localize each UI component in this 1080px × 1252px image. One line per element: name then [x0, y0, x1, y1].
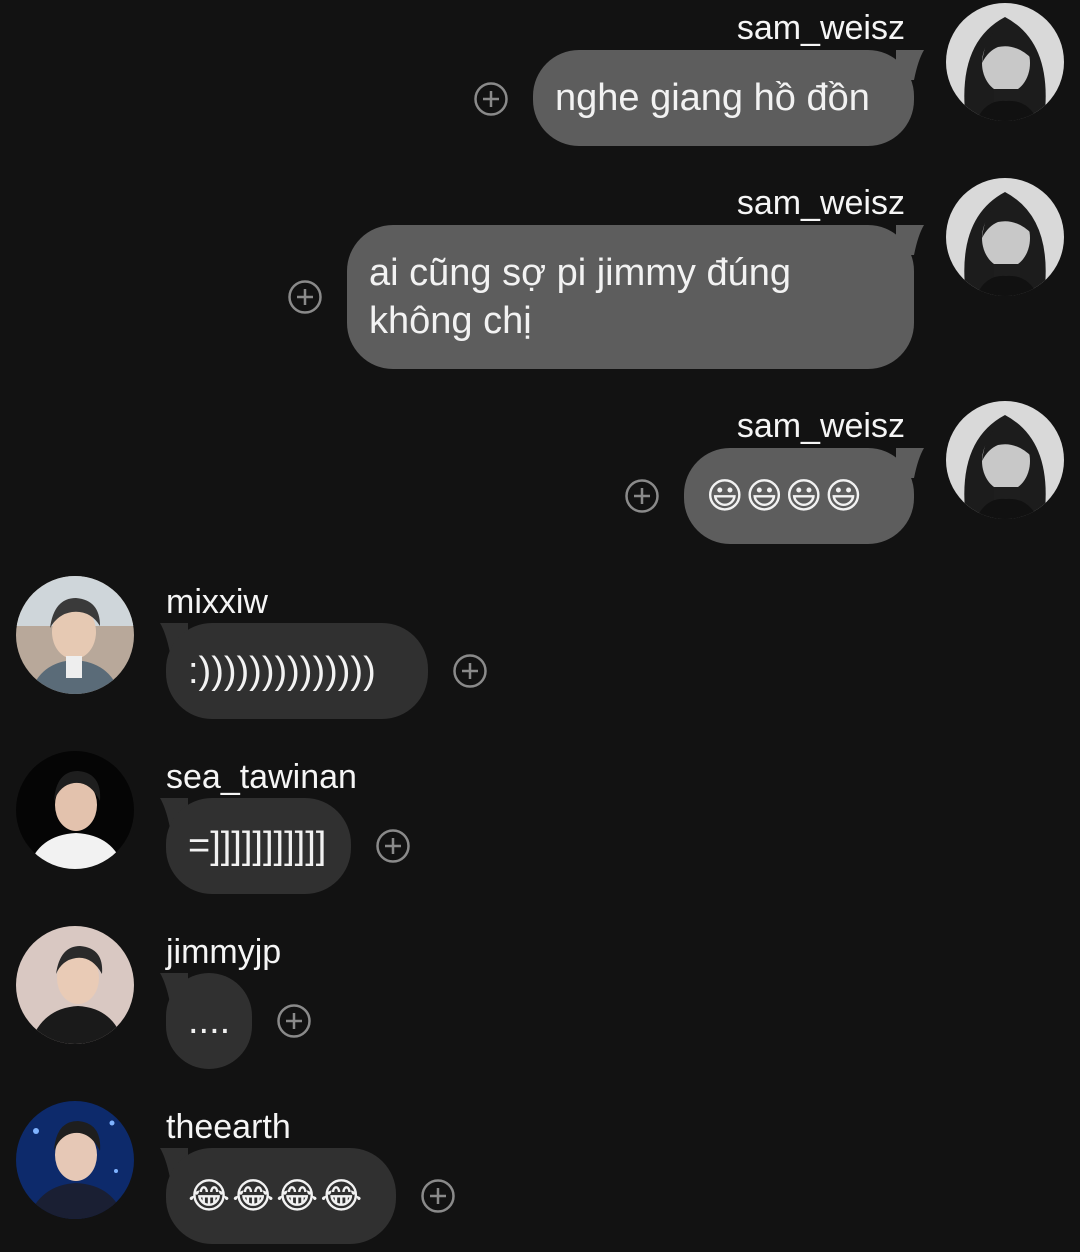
- message-bubble[interactable]: 😂😂😂😂: [166, 1148, 396, 1244]
- avatar[interactable]: [946, 178, 1064, 296]
- message-bubble[interactable]: ....: [166, 973, 252, 1069]
- add-reaction-icon[interactable]: [375, 828, 411, 864]
- sender-name: jimmyjp: [166, 933, 282, 971]
- add-reaction-icon[interactable]: [452, 653, 488, 689]
- sender-name: sam_weisz: [736, 407, 905, 445]
- message-bubble[interactable]: nghe giang hồ đồn: [533, 50, 914, 146]
- add-reaction-icon[interactable]: [624, 478, 660, 514]
- message-bubble[interactable]: ai cũng sợ pi jimmy đúng không chị: [347, 225, 914, 369]
- message-bubble[interactable]: :)))))))))))))): [166, 623, 428, 719]
- message-bubble[interactable]: 😃😃😃😃: [684, 448, 914, 544]
- avatar[interactable]: [16, 751, 134, 869]
- add-reaction-icon[interactable]: [276, 1003, 312, 1039]
- message-bubble[interactable]: =]]]]]]]]]]]: [166, 798, 351, 894]
- add-reaction-icon[interactable]: [287, 279, 323, 315]
- avatar[interactable]: [16, 576, 134, 694]
- avatar[interactable]: [16, 926, 134, 1044]
- sender-name: sam_weisz: [736, 184, 905, 222]
- avatar[interactable]: [946, 3, 1064, 121]
- sender-name: theearth: [166, 1108, 291, 1146]
- add-reaction-icon[interactable]: [420, 1178, 456, 1214]
- bubble-tail: [896, 225, 930, 259]
- bubble-tail: [896, 50, 930, 84]
- avatar[interactable]: [946, 401, 1064, 519]
- sender-name: sam_weisz: [736, 9, 905, 47]
- add-reaction-icon[interactable]: [473, 81, 509, 117]
- bubble-tail: [896, 448, 930, 482]
- sender-name: sea_tawinan: [166, 758, 357, 796]
- avatar[interactable]: [16, 1101, 134, 1219]
- sender-name: mixxiw: [166, 583, 268, 621]
